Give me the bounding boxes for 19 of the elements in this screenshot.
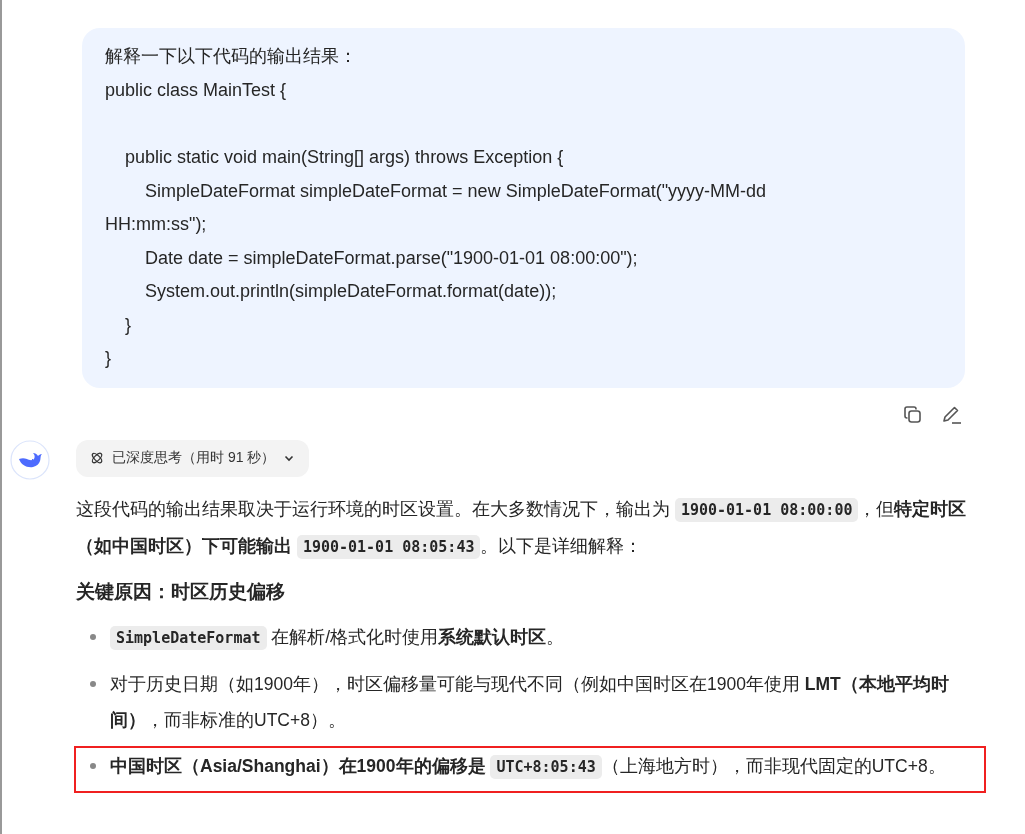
section-heading: 关键原因：时区历史偏移	[76, 579, 286, 604]
message-line: public static void main(String[] args) throws Exception {	[124, 146, 565, 169]
thinking-toggle[interactable]: 已深度思考（用时 91 秒）	[76, 439, 310, 477]
whale-avatar-icon	[10, 439, 50, 480]
message-line: }	[105, 347, 112, 370]
atom-icon	[90, 451, 104, 465]
message-line: System.out.println(simpleDateFormat.format(date));	[144, 280, 558, 303]
bullet-item: 对于历史日期（如1900年），时区偏移量可能与现代不同（例如中国时区在1900年使用 LMT（本地平均时间），而非标准的UTC+8）。	[74, 663, 986, 746]
message-line: Date date = simpleDateFormat.parse("1900-01-01 08:00:00");	[144, 246, 639, 270]
message-line: 解释一下以下代码的输出结果：	[105, 45, 358, 68]
copy-icon[interactable]	[903, 404, 923, 425]
message-line: SimpleDateFormat simpleDateFormat = new SimpleDateFormat("yyyy-MM-dd	[144, 179, 768, 203]
answer-paragraph: 这段代码的输出结果取决于运行环境的时区设置。在大多数情况下，输出为 1900-01-01 08:00:00 ，但特定时区（如中国时区）下可能输出 1900-01-01 08:05:43 。以下是详细解释：	[76, 490, 986, 565]
message-line: }	[124, 313, 132, 337]
bullet-item: SimpleDateFormat 在解析/格式化时使用系统默认时区。	[74, 616, 986, 664]
message-line: public class MainTest {	[105, 78, 288, 102]
message-line: HH:mm:ss");	[105, 213, 208, 236]
highlighted-bullet-item: 中国时区（Asia/Shanghai）在1900年的偏移是 UTC+8:05:43 （上海地方时），而非现代固定的UTC+8。	[74, 745, 986, 793]
edit-icon[interactable]	[941, 404, 963, 425]
